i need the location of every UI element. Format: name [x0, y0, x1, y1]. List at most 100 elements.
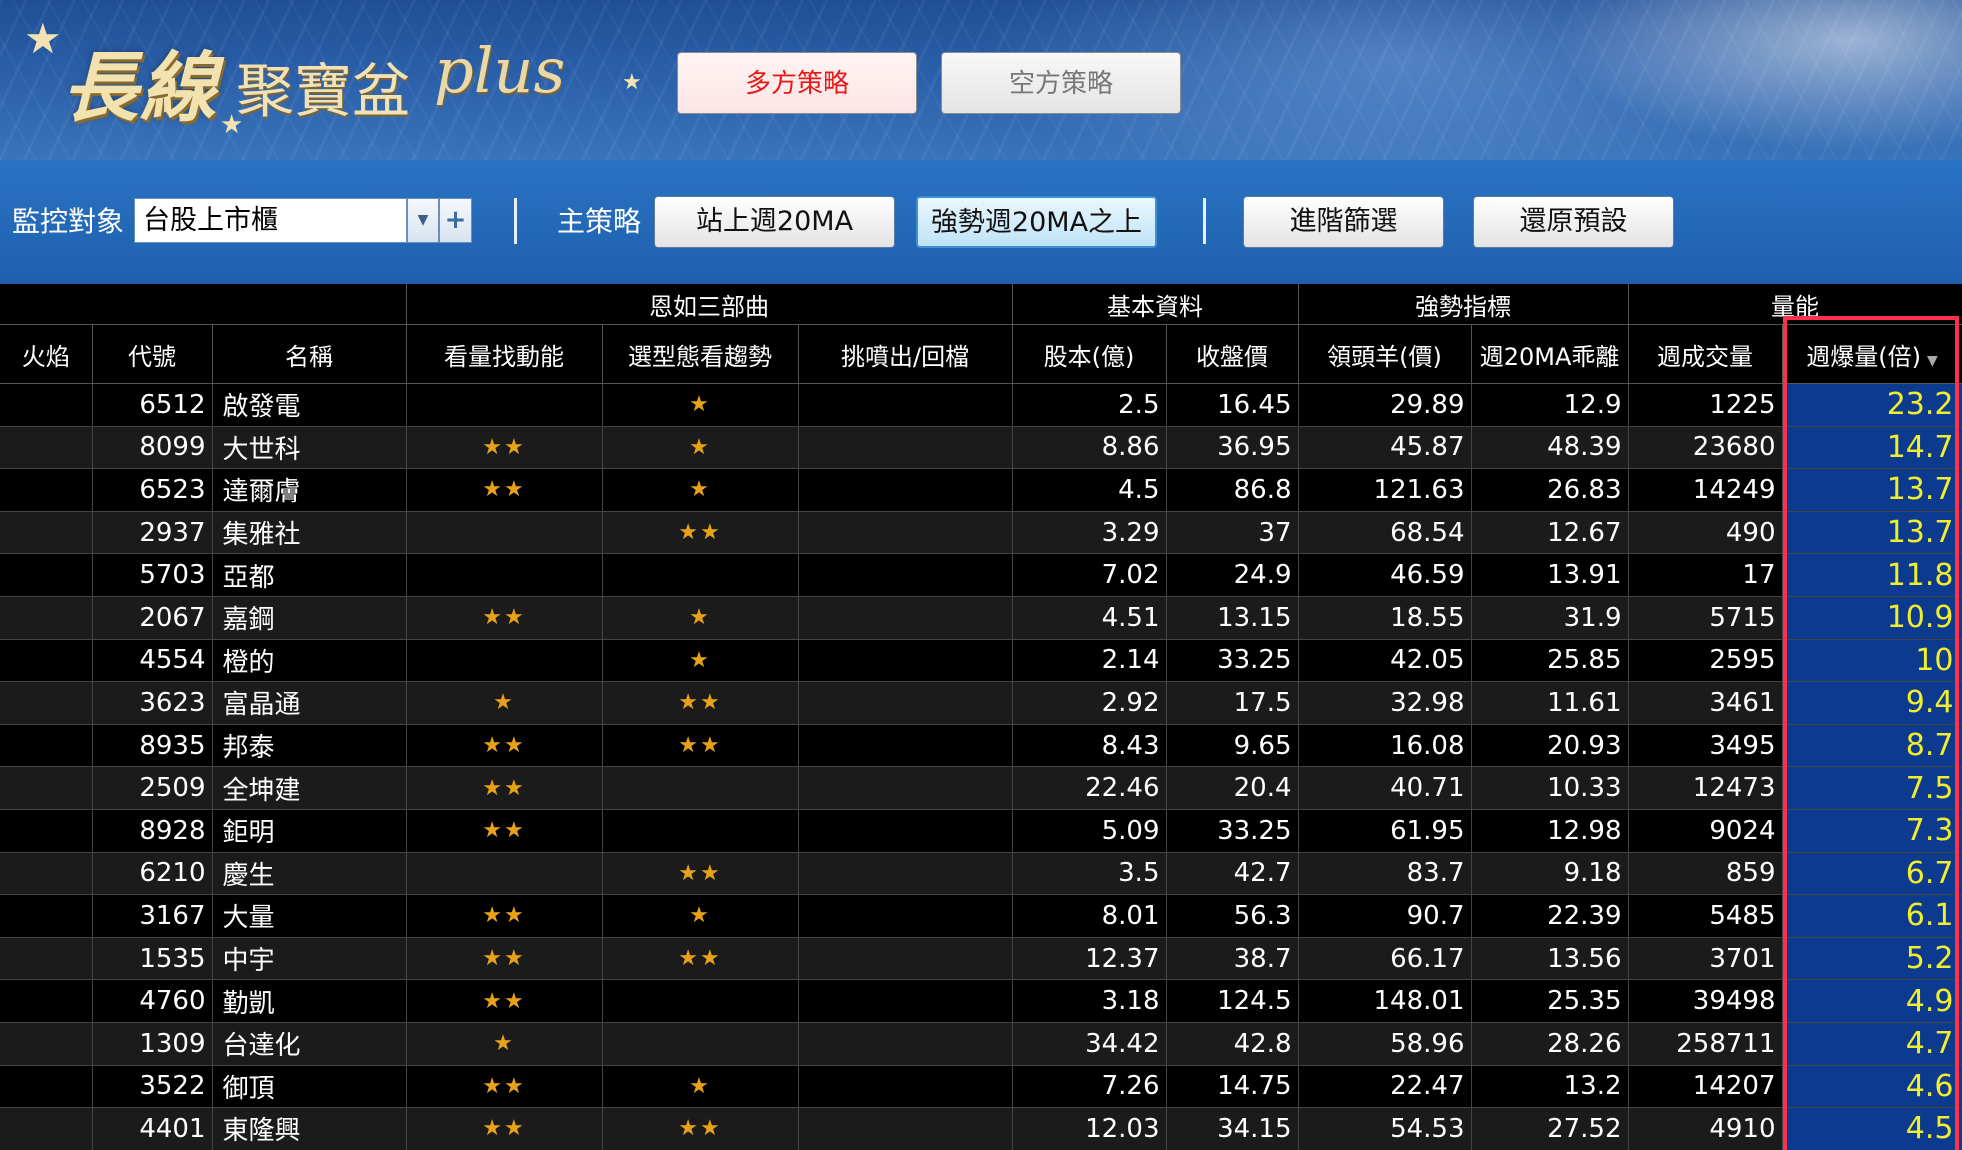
cell-close: 9.65: [1166, 724, 1299, 768]
cell-breakout-pullback-stars: [798, 1107, 1013, 1150]
cell-name: 御頂: [212, 1065, 407, 1109]
cell-flame: [0, 979, 93, 1023]
table-row[interactable]: 2067 嘉鋼 ★★ ★ 4.51 13.15 18.55 31.9 5715 …: [0, 596, 1962, 640]
cell-name: 嘉鋼: [212, 596, 407, 640]
cell-close: 36.95: [1166, 426, 1299, 470]
advanced-filter-button[interactable]: 進階篩選: [1243, 196, 1444, 248]
cell-breakout-pullback-stars: [798, 724, 1013, 768]
table-row[interactable]: 6523 達爾膚 ★★ ★ 4.5 86.8 121.63 26.83 1424…: [0, 468, 1962, 512]
cell-volume-momentum-stars: ★★: [406, 894, 603, 938]
table-row[interactable]: 4760 勤凱 ★★ 3.18 124.5 148.01 25.35 39498…: [0, 979, 1962, 1023]
group-header-basic-data: 基本資料: [1012, 284, 1299, 325]
table-row[interactable]: 2937 集雅社 ★★ 3.29 37 68.54 12.67 490 13.7: [0, 511, 1962, 555]
cell-weekly-burst: 13.7: [1782, 511, 1962, 555]
reset-default-button[interactable]: 還原預設: [1473, 196, 1674, 248]
long-strategy-button[interactable]: 多方策略: [677, 52, 917, 114]
column-header-breakout-pullback[interactable]: 挑噴出/回檔: [798, 324, 1013, 384]
cell-pattern-trend-stars: ★★: [602, 937, 799, 981]
cell-code: 4760: [92, 979, 213, 1023]
group-header-three-part: 恩如三部曲: [406, 284, 1013, 325]
cell-leader-price: 32.98: [1298, 681, 1472, 725]
cell-20ma-deviation: 25.35: [1471, 979, 1629, 1023]
table-row[interactable]: 2509 全坤建 ★★ 22.46 20.4 40.71 10.33 12473…: [0, 766, 1962, 810]
cell-close: 34.15: [1166, 1107, 1299, 1150]
cell-pattern-trend-stars: [602, 1022, 799, 1066]
column-header-volume-momentum[interactable]: 看量找動能: [406, 324, 603, 384]
column-header-weekly-burst-label: 週爆量(倍): [1806, 342, 1922, 371]
cell-leader-price: 45.87: [1298, 426, 1472, 470]
cell-close: 42.7: [1166, 852, 1299, 896]
add-icon[interactable]: +: [439, 198, 472, 243]
cell-breakout-pullback-stars: [798, 468, 1013, 512]
cell-flame: [0, 809, 93, 853]
cell-capital: 22.46: [1012, 766, 1167, 810]
cell-20ma-deviation: 10.33: [1471, 766, 1629, 810]
cell-leader-price: 83.7: [1298, 852, 1472, 896]
monitor-label: 監控對象: [12, 205, 125, 238]
cell-weekly-burst: 6.1: [1782, 894, 1962, 938]
table-row[interactable]: 6512 啟發電 ★ 2.5 16.45 29.89 12.9 1225 23.…: [0, 384, 1962, 427]
chevron-down-icon[interactable]: ▼: [407, 198, 439, 243]
cell-capital: 2.14: [1012, 639, 1167, 683]
table-row[interactable]: 8099 大世科 ★★ ★ 8.86 36.95 45.87 48.39 236…: [0, 426, 1962, 470]
table-row[interactable]: 1309 台達化 ★ 34.42 42.8 58.96 28.26 258711…: [0, 1022, 1962, 1066]
table-row[interactable]: 8928 鉅明 ★★ 5.09 33.25 61.95 12.98 9024 7…: [0, 809, 1962, 853]
column-header-20ma-deviation[interactable]: 週20MA乖離: [1471, 324, 1629, 384]
cell-20ma-deviation: 20.93: [1471, 724, 1629, 768]
cell-leader-price: 121.63: [1298, 468, 1472, 512]
table-row[interactable]: 3522 御頂 ★★ ★ 7.26 14.75 22.47 13.2 14207…: [0, 1065, 1962, 1109]
cell-code: 2509: [92, 766, 213, 810]
cell-breakout-pullback-stars: [798, 426, 1013, 470]
above-20ma-button[interactable]: 站上週20MA: [654, 196, 895, 248]
cell-name: 集雅社: [212, 511, 407, 555]
cell-capital: 12.03: [1012, 1107, 1167, 1150]
cell-capital: 2.92: [1012, 681, 1167, 725]
cell-weekly-burst: 4.6: [1782, 1065, 1962, 1109]
column-header-code[interactable]: 代號: [92, 324, 213, 384]
monitor-target-select[interactable]: 台股上市櫃: [134, 198, 407, 243]
strong-20ma-button[interactable]: 強勢週20MA之上: [916, 196, 1157, 248]
cell-capital: 8.01: [1012, 894, 1167, 938]
column-header-capital[interactable]: 股本(億): [1012, 324, 1167, 384]
short-strategy-button[interactable]: 空方策略: [941, 52, 1181, 114]
stock-table-body: 6512 啟發電 ★ 2.5 16.45 29.89 12.9 1225 23.…: [0, 384, 1962, 1150]
cell-volume-momentum-stars: ★★: [406, 724, 603, 768]
table-row[interactable]: 3167 大量 ★★ ★ 8.01 56.3 90.7 22.39 5485 6…: [0, 894, 1962, 938]
cell-code: 3167: [92, 894, 213, 938]
cell-leader-price: 54.53: [1298, 1107, 1472, 1150]
cell-close: 37: [1166, 511, 1299, 555]
cell-weekly-volume: 9024: [1628, 809, 1783, 853]
cell-volume-momentum-stars: ★: [406, 1022, 603, 1066]
table-row[interactable]: 4401 東隆興 ★★ ★★ 12.03 34.15 54.53 27.52 4…: [0, 1107, 1962, 1150]
column-header-weekly-volume[interactable]: 週成交量: [1628, 324, 1783, 384]
cell-breakout-pullback-stars: [798, 511, 1013, 555]
column-header-weekly-burst[interactable]: 週爆量(倍) ▼: [1782, 324, 1962, 384]
cell-volume-momentum-stars: ★★: [406, 766, 603, 810]
cell-capital: 8.43: [1012, 724, 1167, 768]
cell-20ma-deviation: 13.56: [1471, 937, 1629, 981]
column-header-name[interactable]: 名稱: [212, 324, 407, 384]
column-header-close[interactable]: 收盤價: [1166, 324, 1299, 384]
table-row[interactable]: 5703 亞都 7.02 24.9 46.59 13.91 17 11.8: [0, 553, 1962, 597]
cell-leader-price: 61.95: [1298, 809, 1472, 853]
cell-flame: [0, 681, 93, 725]
cell-weekly-volume: 17: [1628, 553, 1783, 597]
column-header-leader-price[interactable]: 領頭羊(價): [1298, 324, 1472, 384]
column-header-flame[interactable]: 火焰: [0, 324, 93, 384]
cell-flame: [0, 766, 93, 810]
table-row[interactable]: 8935 邦泰 ★★ ★★ 8.43 9.65 16.08 20.93 3495…: [0, 724, 1962, 768]
cell-weekly-volume: 3495: [1628, 724, 1783, 768]
table-row[interactable]: 6210 慶生 ★★ 3.5 42.7 83.7 9.18 859 6.7: [0, 852, 1962, 896]
table-row[interactable]: 3623 富晶通 ★ ★★ 2.92 17.5 32.98 11.61 3461…: [0, 681, 1962, 725]
cell-close: 56.3: [1166, 894, 1299, 938]
toolbar-divider: [1203, 198, 1206, 244]
cell-weekly-burst: 8.7: [1782, 724, 1962, 768]
cell-breakout-pullback-stars: [798, 809, 1013, 853]
cell-code: 4401: [92, 1107, 213, 1150]
cell-weekly-volume: 258711: [1628, 1022, 1783, 1066]
column-header-pattern-trend[interactable]: 選型態看趨勢: [602, 324, 799, 384]
table-row[interactable]: 4554 橙的 ★ 2.14 33.25 42.05 25.85 2595 10: [0, 639, 1962, 683]
cell-20ma-deviation: 12.98: [1471, 809, 1629, 853]
table-row[interactable]: 1535 中宇 ★★ ★★ 12.37 38.7 66.17 13.56 370…: [0, 937, 1962, 981]
cell-leader-price: 46.59: [1298, 553, 1472, 597]
